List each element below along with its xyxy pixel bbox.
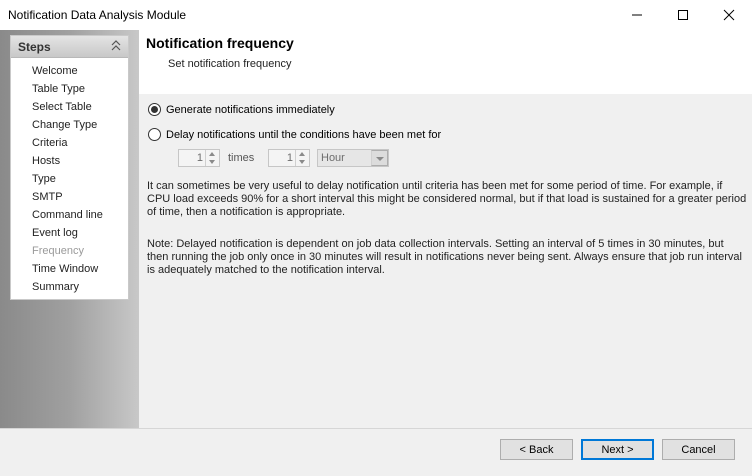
delay-radio[interactable] bbox=[148, 128, 161, 141]
step-item-frequency[interactable]: Frequency bbox=[32, 245, 84, 257]
title-bar: Notification Data Analysis Module bbox=[0, 0, 752, 30]
immediate-label: Generate notifications immediately bbox=[166, 103, 335, 116]
interval-stepper[interactable]: 1 bbox=[268, 149, 310, 167]
close-button[interactable] bbox=[706, 0, 752, 30]
step-item-table-type[interactable]: Table Type bbox=[32, 83, 85, 95]
window-title: Notification Data Analysis Module bbox=[8, 8, 187, 22]
steps-box: Steps Welcome Table Type Select Table Ch… bbox=[10, 35, 129, 300]
step-item-time-window[interactable]: Time Window bbox=[32, 263, 98, 275]
steps-sidebar: Steps Welcome Table Type Select Table Ch… bbox=[0, 30, 139, 428]
cancel-button[interactable]: Cancel bbox=[662, 439, 735, 460]
immediate-option[interactable]: Generate notifications immediately bbox=[148, 103, 335, 116]
maximize-icon bbox=[678, 10, 688, 20]
frequency-content: Generate notifications immediately Delay… bbox=[139, 94, 752, 428]
delay-option[interactable]: Delay notifications until the conditions… bbox=[148, 128, 441, 141]
step-item-criteria[interactable]: Criteria bbox=[32, 137, 67, 149]
step-item-select-table[interactable]: Select Table bbox=[32, 101, 92, 113]
note-text: Note: Delayed notification is dependent … bbox=[147, 238, 742, 276]
step-item-event-log[interactable]: Event log bbox=[32, 227, 78, 239]
steps-header-label: Steps bbox=[18, 40, 51, 54]
interval-value: 1 bbox=[286, 152, 293, 164]
times-value: 1 bbox=[196, 152, 203, 164]
minimize-icon bbox=[632, 14, 642, 16]
page-header: Notification frequency Set notification … bbox=[139, 30, 752, 94]
step-item-type[interactable]: Type bbox=[32, 173, 56, 185]
unit-select[interactable]: Hour bbox=[317, 149, 389, 167]
interval-stepper-arrows-icon[interactable] bbox=[295, 150, 309, 166]
times-stepper-arrows-icon[interactable] bbox=[205, 150, 219, 166]
maximize-button[interactable] bbox=[660, 0, 706, 30]
times-stepper[interactable]: 1 bbox=[178, 149, 220, 167]
back-button[interactable]: < Back bbox=[500, 439, 573, 460]
times-label: times bbox=[228, 152, 255, 164]
collapse-chevron-icon[interactable] bbox=[111, 40, 121, 52]
close-icon bbox=[723, 9, 735, 21]
step-item-command-line[interactable]: Command line bbox=[32, 209, 103, 221]
unit-value: Hour bbox=[321, 152, 345, 164]
next-button[interactable]: Next > bbox=[581, 439, 654, 460]
step-item-smtp[interactable]: SMTP bbox=[32, 191, 63, 203]
delay-label: Delay notifications until the conditions… bbox=[166, 128, 442, 141]
step-item-summary[interactable]: Summary bbox=[32, 281, 79, 293]
step-item-change-type[interactable]: Change Type bbox=[32, 119, 97, 131]
explanation-text: It can sometimes be very useful to delay… bbox=[147, 180, 747, 218]
step-item-welcome[interactable]: Welcome bbox=[32, 65, 78, 77]
page-subtitle: Set notification frequency bbox=[168, 58, 292, 70]
chevron-down-icon[interactable] bbox=[371, 150, 388, 166]
page-title: Notification frequency bbox=[146, 35, 294, 51]
wizard-button-bar: < Back Next > Cancel bbox=[0, 428, 752, 476]
step-item-hosts[interactable]: Hosts bbox=[32, 155, 60, 167]
immediate-radio[interactable] bbox=[148, 103, 161, 116]
minimize-button[interactable] bbox=[614, 0, 660, 30]
steps-header[interactable]: Steps bbox=[11, 36, 128, 58]
